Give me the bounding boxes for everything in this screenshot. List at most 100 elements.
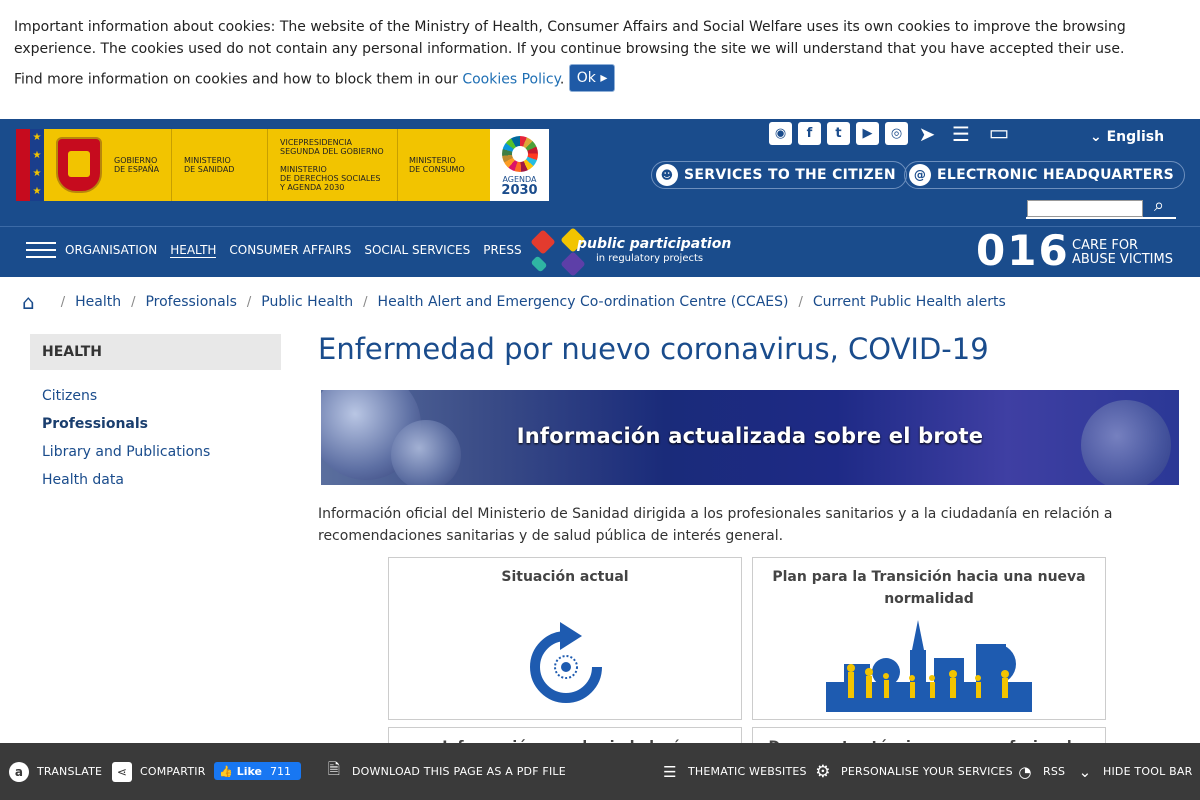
pdf-label: DOWNLOAD THIS PAGE AS A PDF FILE bbox=[352, 765, 566, 778]
rss-icon[interactable]: ◉ bbox=[769, 122, 792, 145]
search-box: ⌕ bbox=[1026, 195, 1176, 219]
logo-divider bbox=[267, 129, 268, 201]
download-pdf-button[interactable]: 🗎 DOWNLOAD THIS PAGE AS A PDF FILE bbox=[324, 743, 566, 800]
pdf-icon: 🗎 bbox=[327, 760, 341, 778]
services-to-citizen-button[interactable]: ☻ SERVICES TO THE CITIZEN bbox=[651, 161, 907, 189]
breadcrumb-current-alerts[interactable]: Current Public Health alerts bbox=[813, 294, 1006, 310]
abuse-victims-text[interactable]: CARE FOR ABUSE VICTIMS bbox=[1072, 239, 1173, 267]
nav-organisation[interactable]: ORGANISATION bbox=[65, 243, 157, 258]
cookie-ok-button[interactable]: Ok ▸ bbox=[568, 64, 616, 92]
pp-subtitle: in regulatory projects bbox=[596, 253, 704, 264]
rss-label: RSS bbox=[1043, 765, 1066, 778]
sidebar-item-label[interactable]: Library and Publications bbox=[42, 444, 210, 460]
page-title: Enfermedad por nuevo coronavirus, COVID-… bbox=[318, 332, 989, 366]
pp-title: public participation bbox=[577, 236, 732, 252]
logo-gov-text: GOBIERNO DE ESPAÑA bbox=[114, 156, 160, 174]
hide-toolbar-button[interactable]: ⌄ HIDE TOOL BAR bbox=[1075, 743, 1193, 800]
sidebar-heading: HEALTH bbox=[30, 334, 281, 370]
abuse-victims-label: ABUSE VICTIMS bbox=[1072, 252, 1173, 267]
sidebar-item-label[interactable]: Health data bbox=[42, 472, 124, 488]
breadcrumb-health[interactable]: Health bbox=[75, 294, 121, 310]
breadcrumb-separator: / bbox=[798, 294, 803, 310]
search-icon[interactable]: ⌕ bbox=[1154, 195, 1164, 216]
cookie-banner: Important information about cookies: The… bbox=[0, 0, 1200, 119]
government-logo[interactable]: ★ ★ ★ ★ GOBIERNO DE ESPAÑA MINISTERIO DE SA… bbox=[16, 129, 549, 201]
breadcrumb-ccaes[interactable]: Health Alert and Emergency Co-ordination… bbox=[378, 294, 789, 310]
breadcrumb-separator: / bbox=[131, 294, 136, 310]
list-icon: ☰ bbox=[663, 762, 677, 781]
sidebar-item-label[interactable]: Professionals bbox=[42, 416, 148, 432]
at-icon: @ bbox=[909, 164, 931, 186]
logo-divider bbox=[397, 129, 398, 201]
breadcrumb-professionals[interactable]: Professionals bbox=[145, 294, 236, 310]
phone-016[interactable]: 016 bbox=[976, 229, 1070, 273]
electronic-label: ELECTRONIC HEADQUARTERS bbox=[937, 167, 1175, 183]
breadcrumb-public-health[interactable]: Public Health bbox=[261, 294, 353, 310]
cookies-policy-link[interactable]: Cookies Policy bbox=[462, 72, 560, 88]
home-icon[interactable]: ⌂ bbox=[22, 290, 35, 314]
share-label: COMPARTIR bbox=[140, 765, 206, 778]
agenda-year: 2030 bbox=[501, 183, 538, 198]
breadcrumb-separator: / bbox=[363, 294, 368, 310]
logo-consumo-text: MINISTERIO DE CONSUMO bbox=[409, 156, 465, 174]
search-input[interactable] bbox=[1027, 200, 1143, 217]
card-plan-transicion[interactable]: Plan para la Transición hacia una nueva … bbox=[752, 557, 1106, 720]
youtube-icon[interactable]: ▶ bbox=[856, 122, 879, 145]
laptop-icon[interactable]: ▭ bbox=[982, 121, 1016, 146]
breadcrumb-separator: / bbox=[60, 294, 66, 310]
translate-button[interactable]: a TRANSLATE bbox=[9, 743, 102, 800]
nav-items: ORGANISATION HEALTH CONSUMER AFFAIRS SOC… bbox=[65, 243, 522, 258]
sidebar-item-library[interactable]: Library and Publications bbox=[30, 442, 281, 470]
personalise-button[interactable]: ⚙ PERSONALISE YOUR SERVICES bbox=[813, 743, 1013, 800]
share-button[interactable]: ⋖ COMPARTIR bbox=[112, 743, 206, 800]
rss-button[interactable]: ◔ RSS bbox=[1015, 743, 1065, 800]
thematic-websites-button[interactable]: ☰ THEMATIC WEBSITES bbox=[660, 743, 807, 800]
menu-icon[interactable] bbox=[26, 242, 56, 260]
sidebar-item-health-data[interactable]: Health data bbox=[30, 470, 281, 498]
personalise-label: PERSONALISE YOUR SERVICES bbox=[841, 765, 1013, 778]
card-situacion-actual[interactable]: Situación actual bbox=[388, 557, 742, 720]
cookie-text: Important information about cookies: The… bbox=[14, 19, 1126, 57]
language-selector[interactable]: ⌄ English bbox=[1090, 129, 1164, 145]
public-participation-link[interactable]: public participation in regulatory proje… bbox=[528, 227, 738, 277]
nav-press[interactable]: PRESS bbox=[483, 243, 521, 258]
coat-of-arms-icon bbox=[56, 137, 102, 193]
social-links: ◉ f t ▶ ◎ ➤ ☰ ▭ bbox=[769, 121, 1016, 146]
instagram-icon[interactable]: ◎ bbox=[885, 122, 908, 145]
city-skyline-icon bbox=[826, 620, 1032, 712]
card-title: Plan para la Transición hacia una nueva … bbox=[772, 569, 1086, 607]
logo-vice-text: VICEPRESIDENCIA SEGUNDA DEL GOBIERNO MIN… bbox=[280, 138, 384, 192]
language-label: English bbox=[1106, 129, 1165, 145]
facebook-icon[interactable]: f bbox=[798, 122, 821, 145]
electronic-headquarters-button[interactable]: @ ELECTRONIC HEADQUARTERS bbox=[904, 161, 1186, 189]
refresh-virus-icon bbox=[528, 618, 604, 704]
chevron-down-icon: ⌄ bbox=[1090, 129, 1102, 145]
logo-sanidad-text: MINISTERIO DE SANIDAD bbox=[184, 156, 235, 174]
sidebar-item-label[interactable]: Citizens bbox=[42, 388, 97, 404]
nav-health[interactable]: HEALTH bbox=[170, 243, 217, 258]
banner-text: Información actualizada sobre el brote bbox=[516, 424, 984, 448]
page-description: Información oficial del Ministerio de Sa… bbox=[318, 506, 1113, 544]
facebook-like-button[interactable]: 👍 Like 711 bbox=[214, 762, 301, 780]
bottom-toolbar: a TRANSLATE ⋖ COMPARTIR 🗎 DOWNLOAD THIS … bbox=[0, 743, 1200, 800]
sdg-wheel-icon bbox=[501, 136, 538, 172]
sidebar-item-professionals[interactable]: Professionals bbox=[30, 414, 281, 442]
share-icon: ⋖ bbox=[112, 761, 132, 782]
telegram-icon[interactable]: ➤ bbox=[914, 122, 940, 146]
eu-stripe: ★ ★ ★ ★ bbox=[30, 129, 44, 201]
list-icon[interactable]: ☰ bbox=[946, 122, 976, 146]
outbreak-banner[interactable]: Información actualizada sobre el brote bbox=[321, 390, 1179, 485]
people-icon: ☻ bbox=[656, 164, 678, 186]
logo-divider bbox=[171, 129, 172, 201]
nav-social-services[interactable]: SOCIAL SERVICES bbox=[364, 243, 470, 258]
nav-consumer-affairs[interactable]: CONSUMER AFFAIRS bbox=[229, 243, 351, 258]
care-for-text: CARE FOR bbox=[1072, 238, 1139, 253]
translate-icon: a bbox=[9, 761, 29, 782]
chevron-down-icon: ⌄ bbox=[1078, 762, 1092, 781]
twitter-icon[interactable]: t bbox=[827, 122, 850, 145]
sidebar-list: Citizens Professionals Library and Publi… bbox=[30, 386, 281, 498]
breadcrumb: ⌂ / Health / Professionals / Public Heal… bbox=[22, 290, 1006, 314]
main-nav: ORGANISATION HEALTH CONSUMER AFFAIRS SOC… bbox=[0, 226, 1200, 277]
sidebar-item-citizens[interactable]: Citizens bbox=[30, 386, 281, 414]
cookie-more-text: Find more information on cookies and how… bbox=[14, 71, 463, 88]
